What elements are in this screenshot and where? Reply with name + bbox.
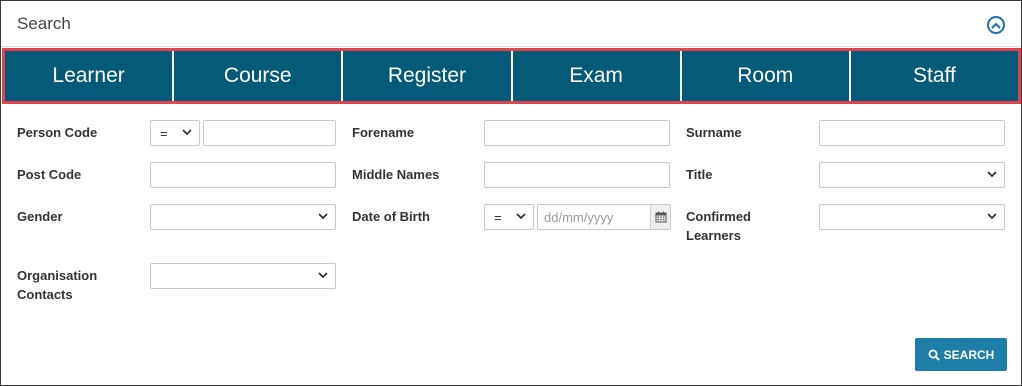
chevron-down-icon	[987, 171, 997, 178]
tab-learner[interactable]: Learner	[5, 51, 175, 101]
confirmed-learners-label: Confirmed Learners	[686, 207, 751, 245]
organisation-contacts-label: Organisation Contacts	[17, 266, 97, 304]
person-code-operator-select[interactable]: =	[150, 120, 200, 146]
search-button[interactable]: SEARCH	[915, 338, 1007, 371]
middle-names-label: Middle Names	[352, 167, 440, 182]
chevron-down-icon	[987, 213, 997, 220]
person-code-label: Person Code	[17, 125, 98, 140]
panel-title: Search	[17, 14, 71, 33]
middle-names-input[interactable]	[484, 162, 670, 188]
tab-exam[interactable]: Exam	[513, 51, 682, 101]
chevron-down-icon	[516, 213, 526, 220]
title-label: Title	[686, 167, 713, 182]
chevron-up-icon	[991, 22, 1001, 29]
tab-course[interactable]: Course	[174, 51, 344, 101]
search-button-label: SEARCH	[943, 347, 995, 362]
forename-input[interactable]	[484, 120, 670, 146]
surname-label: Surname	[686, 125, 742, 140]
tab-register[interactable]: Register	[343, 51, 513, 101]
tab-staff[interactable]: Staff	[851, 51, 1018, 101]
date-of-birth-operator-select[interactable]: =	[484, 204, 534, 230]
post-code-label: Post Code	[17, 167, 82, 182]
gender-label: Gender	[17, 209, 63, 224]
collapse-panel-button[interactable]	[987, 16, 1005, 34]
date-of-birth-placeholder: dd/mm/yyyy	[544, 209, 614, 225]
person-code-operator-value: =	[160, 125, 168, 141]
search-panel: Search Learner Course Register Exam Room…	[0, 0, 1022, 386]
date-of-birth-input[interactable]: dd/mm/yyyy	[537, 204, 671, 230]
search-tabs: Learner Course Register Exam Room Staff	[2, 48, 1021, 104]
confirmed-learners-select[interactable]	[819, 204, 1005, 230]
tab-room[interactable]: Room	[682, 51, 851, 101]
chevron-down-icon	[318, 272, 328, 279]
organisation-contacts-label-line2: Contacts	[17, 287, 73, 302]
organisation-contacts-label-line1: Organisation	[17, 268, 98, 283]
calendar-button[interactable]	[650, 205, 670, 229]
date-of-birth-label: Date of Birth	[352, 209, 430, 224]
organisation-contacts-select[interactable]	[150, 263, 336, 289]
search-icon	[928, 349, 940, 361]
panel-header: Search	[1, 1, 1021, 47]
forename-label: Forename	[352, 125, 415, 140]
confirmed-learners-label-line2: Learners	[686, 228, 741, 243]
person-code-input[interactable]	[203, 120, 336, 146]
surname-input[interactable]	[819, 120, 1005, 146]
chevron-down-icon	[182, 129, 192, 136]
confirmed-learners-label-line1: Confirmed	[686, 209, 751, 224]
title-select[interactable]	[819, 162, 1005, 188]
date-of-birth-operator-value: =	[494, 209, 502, 225]
calendar-icon	[655, 211, 666, 223]
post-code-input[interactable]	[150, 162, 336, 188]
gender-select[interactable]	[150, 204, 336, 230]
chevron-down-icon	[318, 213, 328, 220]
